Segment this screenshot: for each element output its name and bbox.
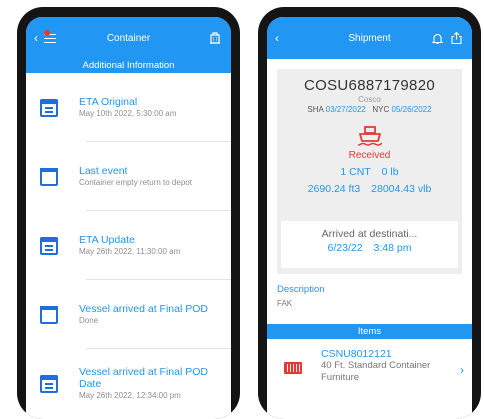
section-header-items: Items [267,324,472,339]
bell-icon[interactable] [432,32,443,44]
page-title: Container [106,32,151,44]
event-title: ETA Original [79,96,138,108]
item-number: CSNU8012121 [321,348,392,360]
description-label: Description [277,284,325,295]
destination-date: 05/26/2022 [391,105,432,114]
shipping-container-icon [284,362,302,374]
destination-port: NYC [372,105,390,114]
header-left-actions: ‹ [275,31,279,45]
section-header-additional-info: Additional Information [26,58,231,73]
arrival-datetime: 6/23/22 3:48 pm [281,242,458,254]
ship-icon [357,126,382,146]
header-right-actions [209,32,221,44]
item-commodity: Furniture [321,372,360,383]
event-title: Last event [79,165,128,177]
shipment-summary-card: COSU6887179820 Cosco SHA 03/27/2022 NYC … [277,69,462,274]
shipment-number: COSU6887179820 [304,77,435,94]
event-title: ETA Update [79,234,135,246]
event-eta-update[interactable]: ETA Update May 26th 2022, 11:30:00 am [26,211,231,280]
phone-shipment-screen: ‹ Shipment COSU6887179820 Cosco SHA 03/2… [258,7,481,419]
building-icon[interactable] [209,32,221,44]
event-subtitle: May 26th 2022, 12:34:00 pm [79,391,181,400]
event-last-event[interactable]: Last event Container empty return to dep… [26,142,231,211]
event-subtitle: May 26th 2022, 11:30:00 am [79,247,181,256]
notification-dot [44,29,50,36]
header-right-actions [432,31,462,45]
container-header: ‹ Container [26,17,231,59]
event-subtitle: May 10th 2022, 5:30:00 am [79,109,177,118]
event-text: ETA Original May 10th 2022, 5:30:00 am [79,96,176,119]
arrival-title: Arrived at destinati... [321,228,418,240]
container-icon [40,305,58,324]
event-vessel-arrived[interactable]: Vessel arrived at Final POD Done [26,280,231,349]
phone-container-screen: ‹ Container Additional Information ETA O… [17,7,240,419]
back-icon[interactable]: ‹ [34,31,38,45]
header-left-actions: ‹ [34,29,56,45]
carrier-name: Cosco [358,95,381,104]
volume-value: 2690.24 ft3 [307,183,361,195]
weight-value: 0 lb [381,166,399,178]
events-list: ETA Original May 10th 2022, 5:30:00 am L… [26,73,231,418]
list-item-container[interactable]: CSNU8012121 40 Ft. Standard Container Fu… [267,339,472,384]
calendar-icon [40,98,58,117]
calendar-icon [40,374,58,393]
arrival-date: 6/23/22 [327,242,363,254]
event-title: Vessel arrived at Final POD Date [79,366,208,390]
back-icon[interactable]: ‹ [275,31,279,45]
shipment-screen: ‹ Shipment COSU6887179820 Cosco SHA 03/2… [267,17,472,419]
arrival-status-box[interactable]: Arrived at destinati... 6/23/22 3:48 pm [281,221,458,268]
origin-port: SHA [307,105,324,114]
origin-date: 03/27/2022 [325,105,366,114]
item-type: 40 Ft. Standard Container [321,360,431,371]
route: SHA 03/27/2022 NYC 05/26/2022 [277,105,462,114]
event-text: Last event Container empty return to dep… [79,165,192,188]
arrival-time: 3:48 pm [373,242,412,254]
volume-weight-value: 28004.43 vlb [371,183,432,195]
event-text: ETA Update May 26th 2022, 11:30:00 am [79,234,180,257]
event-subtitle: Container empty return to depot [79,178,192,187]
share-icon[interactable] [451,31,462,45]
shipment-header: ‹ Shipment [267,17,472,59]
calendar-icon [40,236,58,255]
page-title: Shipment [348,32,391,44]
menu-icon[interactable] [44,29,56,43]
event-title: Vessel arrived at Final POD [79,303,208,315]
quantity-row: 1 CNT 0 lb [277,166,462,178]
event-text: Vessel arrived at Final POD Date May 26t… [79,366,231,401]
event-text: Vessel arrived at Final POD Done [79,303,208,326]
event-eta-original[interactable]: ETA Original May 10th 2022, 5:30:00 am [26,73,231,142]
event-vessel-arrived-date[interactable]: Vessel arrived at Final POD Date May 26t… [26,349,231,418]
container-count: 1 CNT [340,166,371,178]
status-label: Received [348,150,391,161]
item-text: CSNU8012121 40 Ft. Standard Container Fu… [321,348,430,384]
event-subtitle: Done [79,316,99,325]
volume-row: 2690.24 ft3 28004.43 vlb [277,183,462,195]
description-value: FAK [277,299,293,308]
container-icon [40,167,58,186]
chevron-right-icon: › [460,363,464,377]
container-screen: ‹ Container Additional Information ETA O… [26,17,231,419]
